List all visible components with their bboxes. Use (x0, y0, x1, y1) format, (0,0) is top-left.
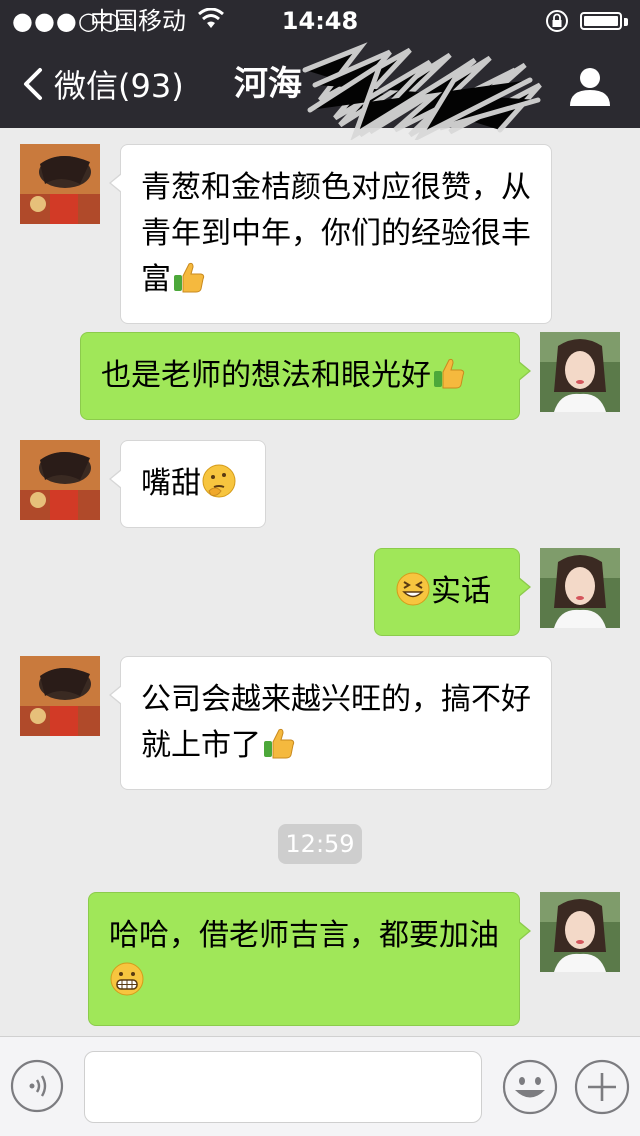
my-avatar[interactable] (540, 892, 620, 972)
top-bar: ●●●○○ 中国移动 14:48 微信(93) 河海 (0, 0, 640, 140)
message-text: 也是老师的想法和眼光好 (101, 358, 431, 393)
message-text: 实话 (431, 574, 491, 609)
contact-avatar[interactable] (20, 440, 100, 520)
outgoing-message[interactable]: 也是老师的想法和眼光好 (80, 332, 531, 420)
back-button[interactable]: 微信(93) (18, 62, 184, 106)
contact-avatar[interactable] (20, 656, 100, 736)
battery-icon (580, 12, 622, 30)
smiley-icon[interactable] (502, 1059, 558, 1115)
chevron-left-icon (24, 68, 42, 100)
incoming-message[interactable]: 青葱和金桔颜色对应很赞，从青年到中年，你们的经验很丰富 (109, 144, 552, 324)
my-avatar[interactable] (540, 332, 620, 412)
message-text: 嘴甜 (141, 466, 201, 501)
orientation-lock-icon (546, 10, 568, 32)
message-input[interactable] (84, 1051, 482, 1123)
voice-icon[interactable] (10, 1059, 64, 1113)
plus-icon[interactable] (574, 1059, 630, 1115)
thinking-face-icon (201, 463, 237, 499)
time-separator: 12:59 (278, 824, 362, 864)
redaction-scribble (302, 42, 542, 140)
grinning-squint-face-icon (395, 571, 431, 607)
thumbs-up-icon (261, 725, 297, 761)
incoming-message[interactable]: 公司会越来越兴旺的，搞不好就上市了 (109, 656, 552, 790)
message-text: 哈哈，借老师吉言，都要加油 (109, 918, 499, 953)
message-text: 公司会越来越兴旺的，搞不好就上市了 (141, 682, 531, 763)
contact-avatar[interactable] (20, 144, 100, 224)
thumbs-up-icon (171, 259, 207, 295)
person-icon[interactable] (568, 64, 612, 108)
grimacing-face-icon (109, 961, 145, 997)
my-avatar[interactable] (540, 548, 620, 628)
thumbs-up-icon (431, 355, 467, 391)
chat-title: 河海 (234, 64, 302, 104)
input-bar (0, 1036, 640, 1136)
incoming-message[interactable]: 嘴甜 (109, 440, 266, 528)
outgoing-message[interactable]: 哈哈，借老师吉言，都要加油 (88, 892, 531, 1026)
outgoing-message[interactable]: 实话 (374, 548, 531, 636)
back-label: 微信(93) (54, 67, 184, 105)
